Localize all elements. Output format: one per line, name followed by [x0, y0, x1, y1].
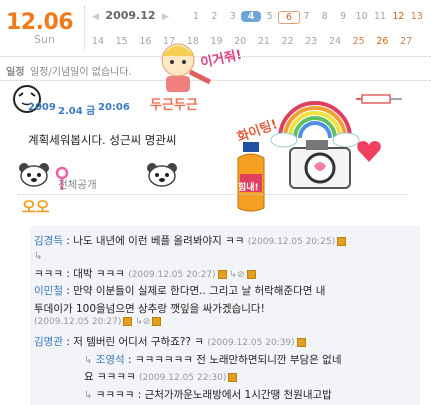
comment-text: 저 템버린 어디서 구하죠?? ㅋ — [73, 336, 204, 348]
comment-list: 김경득 : 나도 내년에 이런 베플 올려봐야지 ㅋㅋ (2009.12.05 … — [30, 226, 420, 405]
comment-item: ㅋㅋㅋ : 대박 ㅋㅋㅋ (2009.12.05 20:27) ↳⊘ — [34, 266, 256, 281]
comment-author[interactable]: 김명관 — [34, 336, 63, 348]
reply-continuation: 요 ㅋㅋㅋㅋ (2009.12.05 22:30) — [84, 369, 238, 384]
reply-arrow-row: ↳ — [34, 250, 42, 262]
reply-icon[interactable] — [217, 269, 227, 279]
calendar-day[interactable]: 4 — [241, 11, 262, 22]
calendar-month: 2009.12 — [105, 9, 156, 22]
comment-item: 김경득 : 나도 내년에 이런 베플 올려봐야지 ㅋㅋ (2009.12.05 … — [34, 233, 347, 248]
schedule-label: 일정 — [6, 67, 25, 78]
calendar-day[interactable]: 8 — [315, 11, 335, 22]
calendar-day[interactable]: 2 — [204, 11, 224, 22]
reply-icon[interactable] — [123, 316, 133, 326]
comment-meta: (2009.12.05 20:27) ↳⊘ — [34, 315, 162, 327]
drink-bottle-icon — [237, 142, 265, 212]
calendar-day[interactable]: 13 — [407, 11, 427, 22]
calendar-nav: ◀ 2009.12 ▶ — [92, 9, 169, 22]
delete-icon[interactable] — [246, 269, 256, 279]
comment-text: 대박 ㅋㅋㅋ — [73, 268, 125, 280]
camera-icon — [289, 140, 351, 189]
calendar-day[interactable]: 24 — [325, 36, 345, 47]
comment-text: 나도 내년에 이런 베플 올려봐야지 ㅋㅋ — [73, 235, 245, 247]
comment-text: 만약 이분들이 실제로 한다면.. 그리고 날 허락해준다면 내 — [73, 285, 326, 297]
syringe-icon — [356, 94, 402, 104]
calendar-day[interactable]: 15 — [112, 36, 132, 47]
delete-icon[interactable] — [152, 316, 162, 326]
reply-arrow-icon: ↳ — [84, 355, 93, 366]
calendar-day[interactable]: 11 — [370, 11, 390, 22]
calendar-day[interactable]: 12 — [388, 11, 408, 22]
share-icon[interactable]: ↳⊘ — [132, 317, 150, 327]
calendar-day[interactable]: 14 — [88, 36, 108, 47]
next-month-icon[interactable]: ▶ — [162, 12, 169, 22]
reply-item: ↳ ㅋㅋㅋㅋ : 근처가까운노래방에서 1시간땡 천원내고밥 — [84, 387, 332, 402]
post-date: 2.04 금 — [58, 106, 96, 117]
reply-icon[interactable] — [228, 372, 238, 382]
calendar-day[interactable]: 22 — [278, 36, 298, 47]
calendar-day[interactable]: 23 — [301, 36, 321, 47]
calendar-day[interactable]: 1 — [186, 11, 206, 22]
sticker-text-oh: 오오 — [22, 198, 50, 216]
comment-date: (2009.12.05 20:39) — [207, 338, 295, 348]
reply-arrow-icon[interactable]: ↳ — [34, 251, 42, 262]
sticker-text-heartbeat: 두근두근 — [150, 98, 198, 113]
bear-face-icon — [147, 163, 177, 187]
comment-author[interactable]: ㅋㅋㅋ — [34, 268, 63, 280]
calendar-day[interactable]: 27 — [396, 36, 416, 47]
post-year: 2009 — [28, 102, 56, 113]
share-icon[interactable]: ↳⊘ — [227, 270, 244, 280]
comment-date: (2009.12.05 20:27) — [128, 270, 216, 280]
comment-text: 요 ㅋㅋㅋㅋ — [84, 371, 136, 383]
comment-text: ㅋㅋㅋㅋㅋㅋ 전 노래만하면되니깐 부담은 없네 — [134, 354, 342, 366]
reply-item: ↳ 조영석 : ㅋㅋㅋㅋㅋㅋ 전 노래만하면되니깐 부담은 없네 — [84, 354, 342, 366]
comment-author[interactable]: 김경득 — [34, 235, 63, 247]
date-display: 12.06 — [6, 10, 74, 35]
comment-date: (2009.12.05 20:27) — [34, 317, 122, 327]
schedule-text: 일정/기념일이 없습니다. — [30, 67, 132, 78]
comment-text: 투데이가 100을넘으면 상추랑 깻잎을 싸가겠습니다! — [34, 303, 265, 315]
calendar-day[interactable]: 21 — [254, 36, 274, 47]
visibility-label[interactable]: 전체공개 — [58, 177, 97, 192]
sticker-text-cheerup: 힘내! — [238, 183, 259, 193]
calendar-day[interactable]: 26 — [372, 36, 392, 47]
comment-author[interactable]: 이민철 — [34, 285, 63, 297]
calendar-row-1: 1 2 3 4 5 6 7 8 9 10 11 12 13 — [186, 11, 431, 25]
comment-item: 김명관 : 저 템버린 어디서 구하죠?? ㅋ (2009.12.05 20:3… — [34, 334, 306, 349]
comment-author[interactable]: 조영석 — [96, 354, 125, 366]
comment-date: (2009.12.05 20:25) — [247, 237, 336, 247]
reply-arrow-icon: ↳ — [84, 390, 93, 401]
bear-face-icon — [19, 163, 49, 187]
divider — [18, 194, 408, 195]
calendar-day[interactable]: 7 — [296, 11, 316, 22]
comment-item: 이민철 : 만약 이분들이 실제로 한다면.. 그리고 날 허락해준다면 내 — [34, 285, 326, 297]
calendar-day[interactable]: 5 — [260, 11, 280, 22]
calendar-day[interactable]: 10 — [352, 11, 372, 22]
prev-month-icon[interactable]: ◀ — [92, 12, 99, 22]
comment-text: ㅋㅋㅋㅋ : 근처가까운노래방에서 1시간땡 천원내고밥 — [95, 389, 332, 401]
comment-date: (2009.12.05 22:30) — [138, 373, 227, 383]
calendar-row-2: 14 15 16 17 18 19 20 21 22 23 24 25 26 27 — [88, 36, 431, 50]
post-time: 20:06 — [98, 102, 130, 113]
day-label: Sun — [34, 33, 55, 46]
header-divider — [84, 6, 86, 50]
reply-icon[interactable] — [337, 236, 347, 246]
post-body: 계획세워봅시다. 성근씨 명관씨 — [28, 133, 177, 147]
calendar-day[interactable]: 9 — [333, 11, 353, 22]
calendar-day[interactable]: 25 — [349, 36, 369, 47]
reply-icon[interactable] — [296, 337, 306, 347]
calendar-day[interactable]: 3 — [223, 11, 243, 22]
heart-icon — [357, 141, 381, 162]
comment-continuation: 투데이가 100을넘으면 상추랑 깻잎을 싸가겠습니다! — [34, 301, 265, 316]
